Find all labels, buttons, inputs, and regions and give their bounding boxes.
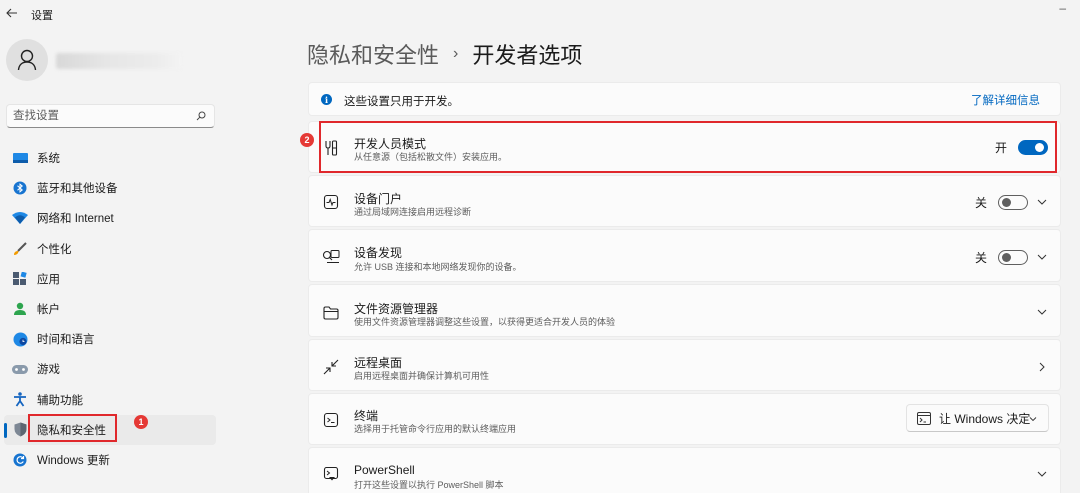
device-portal-toggle-group: 关 [975,194,1028,211]
sidebar-item-gaming[interactable]: 游戏 [4,354,216,384]
back-arrow-icon[interactable] [5,6,19,20]
brush-icon [12,241,28,257]
gamepad-icon [12,361,28,377]
card-description: 使用文件资源管理器调整这些设置，以获得更适合开发人员的体验 [354,317,616,327]
search-input[interactable] [13,108,183,124]
info-bar: i 这些设置只用于开发。 了解详细信息 [308,82,1061,116]
powershell-icon [322,465,340,483]
remote-desktop-icon [322,358,340,376]
monitor-icon [12,150,28,166]
sidebar-item-system[interactable]: 系统 [4,143,216,173]
sidebar-item-label: 应用 [37,273,60,286]
person-icon [17,49,37,71]
chevron-right-icon: › [453,45,459,62]
file-explorer-card[interactable]: 文件资源管理器 使用文件资源管理器调整这些设置，以获得更适合开发人员的体验 [308,284,1061,337]
card-description: 通过局域网连接启用远程诊断 [354,207,472,217]
search-box[interactable] [6,104,215,128]
sidebar-item-bluetooth[interactable]: 蓝牙和其他设备 [4,173,216,203]
toggle-knob [1002,198,1011,207]
toggle-state-label: 关 [974,196,987,210]
card-title: PowerShell [354,463,415,477]
info-icon: i [321,94,332,105]
chevron-down-icon [1029,417,1037,422]
folder-icon [322,304,340,322]
sidebar-item-label: 蓝牙和其他设备 [37,183,118,196]
remote-desktop-card[interactable]: 远程桌面 启用远程桌面并确保计算机可用性 [308,339,1061,391]
active-indicator [4,422,7,438]
sidebar-item-label: 游戏 [37,364,60,377]
chevron-down-icon[interactable] [1036,306,1048,318]
info-text: 这些设置只用于开发。 [344,96,459,108]
globe-clock-icon [12,331,28,347]
accessibility-icon [12,392,28,408]
breadcrumb: 隐私和安全性 › 开发者选项 [307,38,582,70]
highlight-box-privacy [28,414,117,442]
device-discovery-toggle[interactable] [998,250,1028,265]
toggle-knob [1002,253,1011,262]
shield-icon [12,422,28,438]
apps-icon [12,271,28,287]
terminal-icon [322,411,340,429]
user-name-blurred [56,53,181,69]
device-portal-card[interactable]: 设备门户 通过局域网连接启用远程诊断 关 [308,175,1061,227]
sidebar-item-label: 系统 [37,153,60,166]
sidebar-item-label: 时间和语言 [37,334,95,347]
sidebar-item-time-language[interactable]: 时间和语言 [4,324,216,354]
avatar[interactable] [6,39,48,81]
chevron-down-icon[interactable] [1036,468,1048,480]
highlight-box-developer-mode [319,121,1057,173]
sidebar-item-windows-update[interactable]: Windows 更新 [4,445,216,475]
pulse-monitor-icon [322,193,340,211]
minimize-button[interactable]: – [1059,1,1066,15]
device-discovery-card[interactable]: 设备发现 允许 USB 连接和本地网络发现你的设备。 关 [308,229,1061,282]
bluetooth-icon [12,180,28,196]
sidebar-item-accounts[interactable]: 帐户 [4,294,216,324]
learn-more-link[interactable]: 了解详细信息 [971,92,1040,108]
wifi-icon [12,210,28,226]
device-portal-toggle[interactable] [998,195,1028,210]
step-badge-2: 2 [300,133,314,147]
breadcrumb-parent[interactable]: 隐私和安全性 [307,38,439,70]
terminal-app-icon [917,411,931,425]
chevron-right-icon[interactable] [1036,361,1048,373]
card-description: 选择用于托管命令行应用的默认终端应用 [354,424,517,434]
app-title: 设置 [31,10,53,22]
card-description: 打开这些设置以执行 PowerShell 脚本 [354,480,504,490]
sidebar-item-label: 帐户 [37,304,60,317]
update-icon [12,452,28,468]
sidebar-item-network[interactable]: 网络和 Internet [4,203,216,233]
person-icon [12,301,28,317]
sidebar-item-apps[interactable]: 应用 [4,264,216,294]
terminal-select[interactable]: 让 Windows 决定 [906,404,1049,432]
toggle-state-label: 关 [974,251,987,265]
device-discovery-toggle-group: 关 [975,249,1028,266]
chevron-down-icon[interactable] [1036,251,1048,263]
device-discovery-icon [322,248,340,266]
chevron-down-icon[interactable] [1036,196,1048,208]
terminal-select-value: 让 Windows 决定 [939,411,1031,426]
sidebar-item-label: 个性化 [37,243,72,256]
sidebar-item-accessibility[interactable]: 辅助功能 [4,385,216,415]
search-icon[interactable] [196,111,206,121]
sidebar-item-label: 辅助功能 [37,394,83,407]
sidebar-item-label: 网络和 Internet [37,213,114,226]
page-title: 开发者选项 [472,43,583,68]
powershell-card[interactable]: PowerShell 打开这些设置以执行 PowerShell 脚本 [308,447,1061,493]
sidebar-item-personalization[interactable]: 个性化 [4,234,216,264]
sidebar-item-label: Windows 更新 [37,454,110,467]
card-description: 启用远程桌面并确保计算机可用性 [354,371,490,381]
title-bar: 设置 – [0,0,1080,28]
card-title: 设备发现 [354,246,403,260]
step-badge-1: 1 [134,415,148,429]
card-description: 允许 USB 连接和本地网络发现你的设备。 [354,262,522,272]
